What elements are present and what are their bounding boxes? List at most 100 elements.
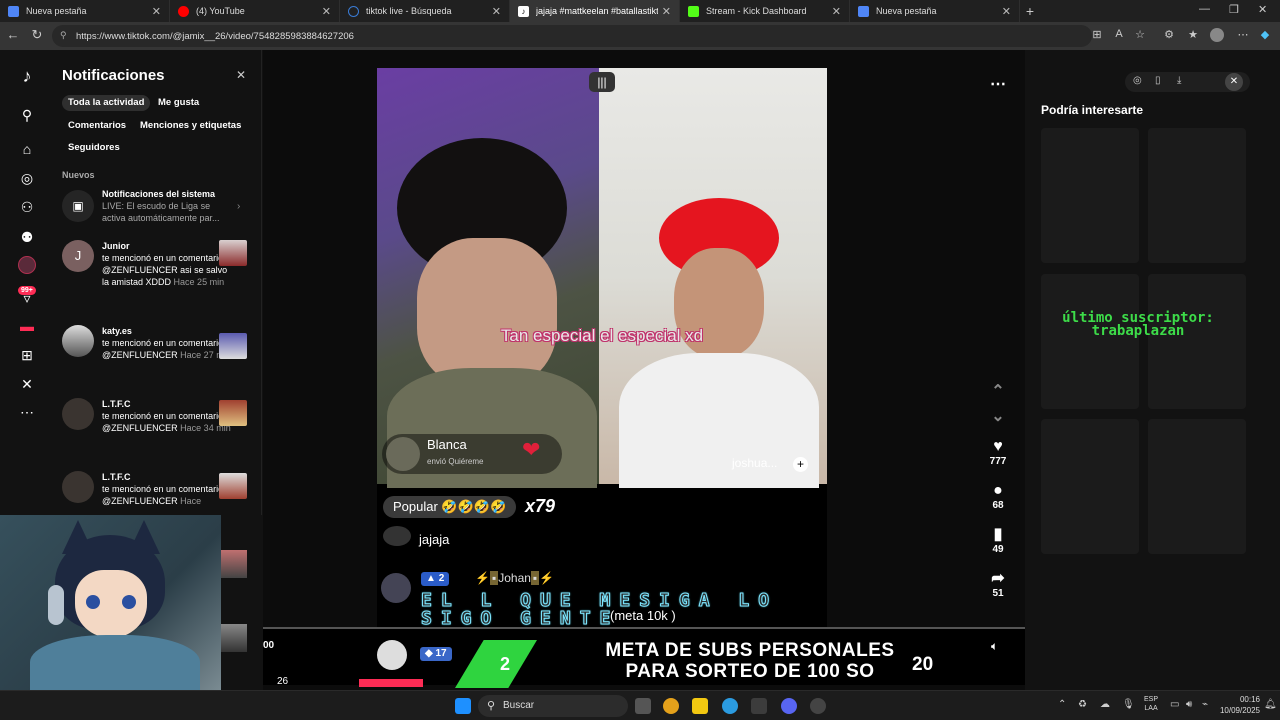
browser-tab[interactable]: Nueva pestaña ✕ <box>850 0 1020 22</box>
compass-icon[interactable]: ◎ <box>1133 75 1142 86</box>
friends-icon[interactable]: ⚉ <box>17 227 37 247</box>
language-indicator[interactable]: ESP LAA <box>1144 695 1158 713</box>
copilot-app-icon[interactable] <box>663 698 679 714</box>
network-icon[interactable]: ▭ <box>1170 699 1179 710</box>
following-icon[interactable]: ⚇ <box>17 197 37 217</box>
filter-likes[interactable]: Me gusta <box>152 95 205 111</box>
minimize-icon[interactable]: — <box>1199 3 1210 15</box>
recommended-video-thumbnail[interactable] <box>1041 419 1139 554</box>
favorites-icon[interactable]: ★ <box>1186 28 1200 42</box>
discord-icon[interactable] <box>781 698 797 714</box>
close-tab-icon[interactable]: ✕ <box>1002 5 1011 18</box>
new-tab-icon[interactable]: + <box>1020 3 1040 19</box>
list-item[interactable]: ▣ Notificaciones del sistema LIVE: El esc… <box>62 188 252 228</box>
list-item[interactable]: L.T.F.C te mencionó en un comentario: @ZE… <box>62 398 252 458</box>
read-aloud-icon[interactable]: A <box>1112 28 1126 42</box>
close-tab-icon[interactable]: ✕ <box>152 5 161 18</box>
video-thumbnail[interactable] <box>221 624 247 652</box>
home-icon[interactable]: ⌂ <box>17 139 37 159</box>
browser-tab[interactable]: (4) YouTube ✕ <box>170 0 340 22</box>
maximize-icon[interactable]: ❐ <box>1229 3 1239 16</box>
previous-video-icon[interactable]: ⌃ <box>985 383 1011 401</box>
more-options-icon[interactable]: ⋯ <box>990 74 1006 94</box>
messages-icon[interactable]: ▬ <box>17 316 37 336</box>
next-video-icon[interactable]: ⌄ <box>985 408 1011 426</box>
file-explorer-icon[interactable] <box>692 698 708 714</box>
search-icon[interactable]: ⚲ <box>17 105 37 125</box>
close-tab-icon[interactable]: ✕ <box>832 5 841 18</box>
filter-mentions[interactable]: Menciones y etiquetas <box>134 118 247 134</box>
video-thumbnail[interactable] <box>219 333 247 359</box>
profile-avatar-icon[interactable] <box>1210 28 1224 42</box>
taskbar-search[interactable]: ⚲ Buscar <box>478 695 628 717</box>
favorite-star-icon[interactable]: ☆ <box>1133 28 1147 42</box>
explore-icon[interactable]: ◎ <box>17 168 37 188</box>
store-icon[interactable] <box>751 698 767 714</box>
clock[interactable]: 00:16 10/09/2025 <box>1216 694 1260 716</box>
recommended-video-thumbnail[interactable] <box>1148 419 1246 554</box>
tiktok-logo-icon[interactable]: ♪ <box>17 66 37 86</box>
settings-menu-icon[interactable]: ⋯ <box>1236 28 1250 42</box>
upload-icon[interactable]: ⊞ <box>17 345 37 365</box>
list-item[interactable]: L.T.F.C te mencionó en un comentario: @ZE… <box>62 471 252 515</box>
video-thumbnail[interactable] <box>219 400 247 426</box>
close-icon[interactable]: ✕ <box>236 68 246 82</box>
video-thumbnail[interactable] <box>221 550 247 578</box>
translate-icon[interactable]: ⊞ <box>1090 28 1104 42</box>
share-button[interactable]: ➦ 51 <box>985 570 1011 599</box>
video-thumbnail[interactable] <box>219 473 247 499</box>
save-button[interactable]: ▮ 49 <box>985 526 1011 555</box>
add-guest-icon[interactable]: + <box>793 457 808 472</box>
obs-icon[interactable] <box>810 698 826 714</box>
url-bar[interactable]: ⚲ https://www.tiktok.com/@jamix__26/vide… <box>52 25 1092 47</box>
recommended-video-thumbnail[interactable] <box>1041 128 1139 263</box>
browser-tab[interactable]: tiktok live - Búsqueda ✕ <box>340 0 510 22</box>
video-thumbnail[interactable] <box>219 240 247 266</box>
list-item[interactable]: J Junior te mencionó en un comentario: @Z… <box>62 240 252 310</box>
recommended-video-thumbnail[interactable] <box>1148 128 1246 263</box>
volume-icon[interactable]: 🔊︎ <box>1186 699 1192 710</box>
start-icon[interactable] <box>455 698 471 714</box>
download-icon[interactable]: ⤓ <box>1177 75 1181 86</box>
avatar[interactable] <box>62 325 94 357</box>
avatar[interactable]: J <box>62 240 94 272</box>
close-tab-icon[interactable]: ✕ <box>662 5 671 18</box>
volume-icon[interactable]: 🔈︎ <box>991 639 998 654</box>
edge-icon[interactable] <box>722 698 738 714</box>
browser-tab[interactable]: Nueva pestaña ✕ <box>0 0 170 22</box>
notifications-icon[interactable]: 🔔︎ <box>1264 699 1277 710</box>
site-info-icon[interactable]: ⚲ <box>60 30 67 41</box>
tray-app-icon[interactable]: ♻ <box>1078 699 1087 710</box>
video-player[interactable]: ||| Tan especial el especial xd Blanca e… <box>377 68 827 628</box>
more-icon[interactable]: ⋯ <box>17 402 37 422</box>
reload-icon[interactable]: ↻ <box>26 27 48 43</box>
phone-icon[interactable]: ▯ <box>1155 75 1161 86</box>
copilot-icon[interactable]: ◆ <box>1258 28 1272 42</box>
live-icon[interactable] <box>17 256 37 276</box>
avatar[interactable] <box>62 398 94 430</box>
filter-followers[interactable]: Seguidores <box>62 140 126 156</box>
tray-chevron-icon[interactable]: ⌃ <box>1058 699 1066 710</box>
recommended-video-thumbnail[interactable] <box>1148 274 1246 409</box>
comment-button[interactable]: ● 68 <box>985 482 1011 511</box>
avatar[interactable]: ✕ <box>1225 73 1243 91</box>
filter-all-activity[interactable]: Toda la actividad <box>62 95 151 111</box>
avatar[interactable] <box>62 471 94 503</box>
microphone-icon[interactable]: 🎙︎ <box>1122 699 1135 710</box>
close-tab-icon[interactable]: ✕ <box>322 5 331 18</box>
extensions-icon[interactable]: ⚙ <box>1162 28 1176 42</box>
browser-tab-active[interactable]: ♪ jajaja #mattkeelan #batallastikto ✕ <box>510 0 680 22</box>
close-window-icon[interactable]: ✕ <box>1258 3 1267 16</box>
close-tab-icon[interactable]: ✕ <box>492 5 501 18</box>
browser-tab[interactable]: Stream - Kick Dashboard ✕ <box>680 0 850 22</box>
tray-cloud-icon[interactable]: ☁ <box>1100 699 1110 710</box>
battery-icon[interactable]: ⌁ <box>1202 699 1208 710</box>
profile-icon[interactable]: ✕ <box>17 374 37 394</box>
filter-comments[interactable]: Comentarios <box>62 118 132 134</box>
progress-track[interactable] <box>263 627 1025 629</box>
recommended-video-thumbnail[interactable] <box>1041 274 1139 409</box>
back-icon[interactable]: ← <box>2 27 24 42</box>
activity-icon[interactable]: ▿ <box>17 288 37 308</box>
list-item[interactable]: katy.es te mencionó en un comentario: @ZE… <box>62 325 252 385</box>
like-button[interactable]: ♥ 777 <box>985 438 1011 467</box>
